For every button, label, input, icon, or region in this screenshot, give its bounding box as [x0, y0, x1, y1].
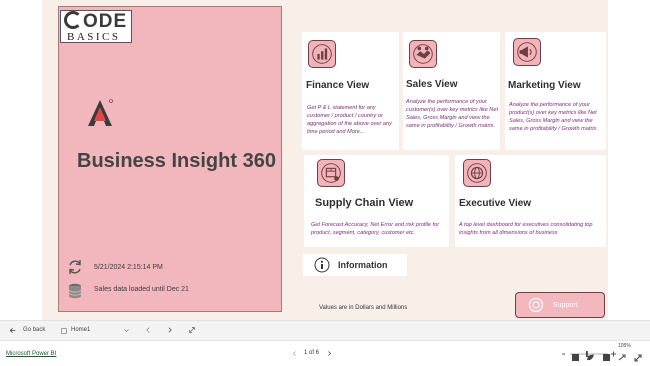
information-label: Information [338, 260, 388, 270]
zoom-level: 105% [618, 343, 631, 349]
pager: 1 of 6 [292, 350, 336, 360]
next-page-icon[interactable] [167, 327, 173, 333]
marketing-view-desc: Analyze the performance of your product(… [509, 102, 598, 132]
database-icon [68, 283, 82, 299]
fullscreen-icon[interactable] [634, 354, 642, 362]
go-back-button[interactable]: Go back [23, 327, 45, 333]
support-button[interactable]: Support [515, 292, 605, 318]
refresh-icon [69, 260, 81, 274]
marketing-megaphone-icon [513, 38, 541, 66]
sales-loaded-note: Sales data loaded until Dec 21 [94, 286, 189, 293]
linkedin-icon[interactable] [603, 354, 610, 361]
finance-view-desc: Get P & L statement for any customer / p… [307, 105, 392, 135]
marketing-view-title: Marketing View [508, 80, 581, 91]
sales-view-title: Sales View [406, 79, 458, 90]
finance-view-title: Finance View [306, 80, 370, 91]
support-label: Support [553, 302, 578, 309]
logo-text-bottom: BASICS [67, 31, 121, 43]
executive-globe-icon [463, 159, 491, 187]
share-icons [572, 354, 642, 362]
powerbi-footer: Microsoft Power BI 1 of 6 [0, 340, 650, 366]
values-note: Values are in Dollars and Millions [319, 305, 408, 311]
powerbi-link[interactable]: Microsoft Power BI [6, 351, 56, 357]
sales-view-desc: Analyze the performance of your customer… [406, 99, 499, 129]
logo-c-mark [64, 11, 82, 29]
app-title: Business Insight 360 [77, 150, 276, 172]
codebasics-logo: ODE BASICS [60, 10, 132, 43]
support-icon [528, 297, 544, 313]
refresh-timestamp: 5/21/2024 2:15:14 PM [94, 264, 163, 271]
supply-chain-view-title: Supply Chain View [315, 197, 414, 209]
expand-icon[interactable] [189, 327, 195, 333]
pager-next-icon[interactable] [327, 351, 332, 356]
logo-text-top: ODE [83, 11, 128, 32]
supply-chain-view-card[interactable]: Supply Chain View Get Forecast Accuracy,… [304, 155, 449, 247]
executive-view-card[interactable]: Executive View A top level dashboard for… [455, 155, 606, 247]
sales-view-card[interactable]: Sales View Analyze the performance of yo… [403, 32, 500, 150]
facebook-icon[interactable] [572, 354, 579, 361]
executive-view-desc: A top level dashboard for executives con… [459, 222, 593, 236]
supply-chain-icon [317, 159, 345, 187]
report-navigation-bar: Go back Home1 [0, 320, 650, 340]
finance-view-card[interactable]: Finance View Get P & L statement for any… [302, 32, 399, 150]
atliq-brand-icon [88, 99, 113, 126]
info-icon [314, 257, 330, 273]
executive-view-title: Executive View [459, 198, 532, 209]
pager-previous-icon[interactable] [292, 351, 297, 356]
chevron-down-icon [124, 329, 129, 332]
page-counter: 1 of 6 [304, 350, 320, 356]
marketing-view-card[interactable]: Marketing View Analyze the performance o… [505, 32, 606, 150]
finance-chart-icon [308, 40, 336, 68]
back-arrow-icon[interactable] [9, 327, 16, 334]
page-icon [61, 328, 67, 334]
page-selector[interactable]: Home1 [58, 324, 136, 338]
sales-handshake-icon [409, 40, 437, 68]
share-icon[interactable] [618, 354, 626, 361]
twitter-icon[interactable] [587, 354, 594, 361]
supply-chain-view-desc: Get Forecast Accuracy, Net Error and ris… [311, 222, 440, 236]
information-button[interactable]: Information [303, 254, 407, 276]
previous-page-icon[interactable] [145, 327, 151, 333]
page-name: Home1 [71, 327, 91, 333]
